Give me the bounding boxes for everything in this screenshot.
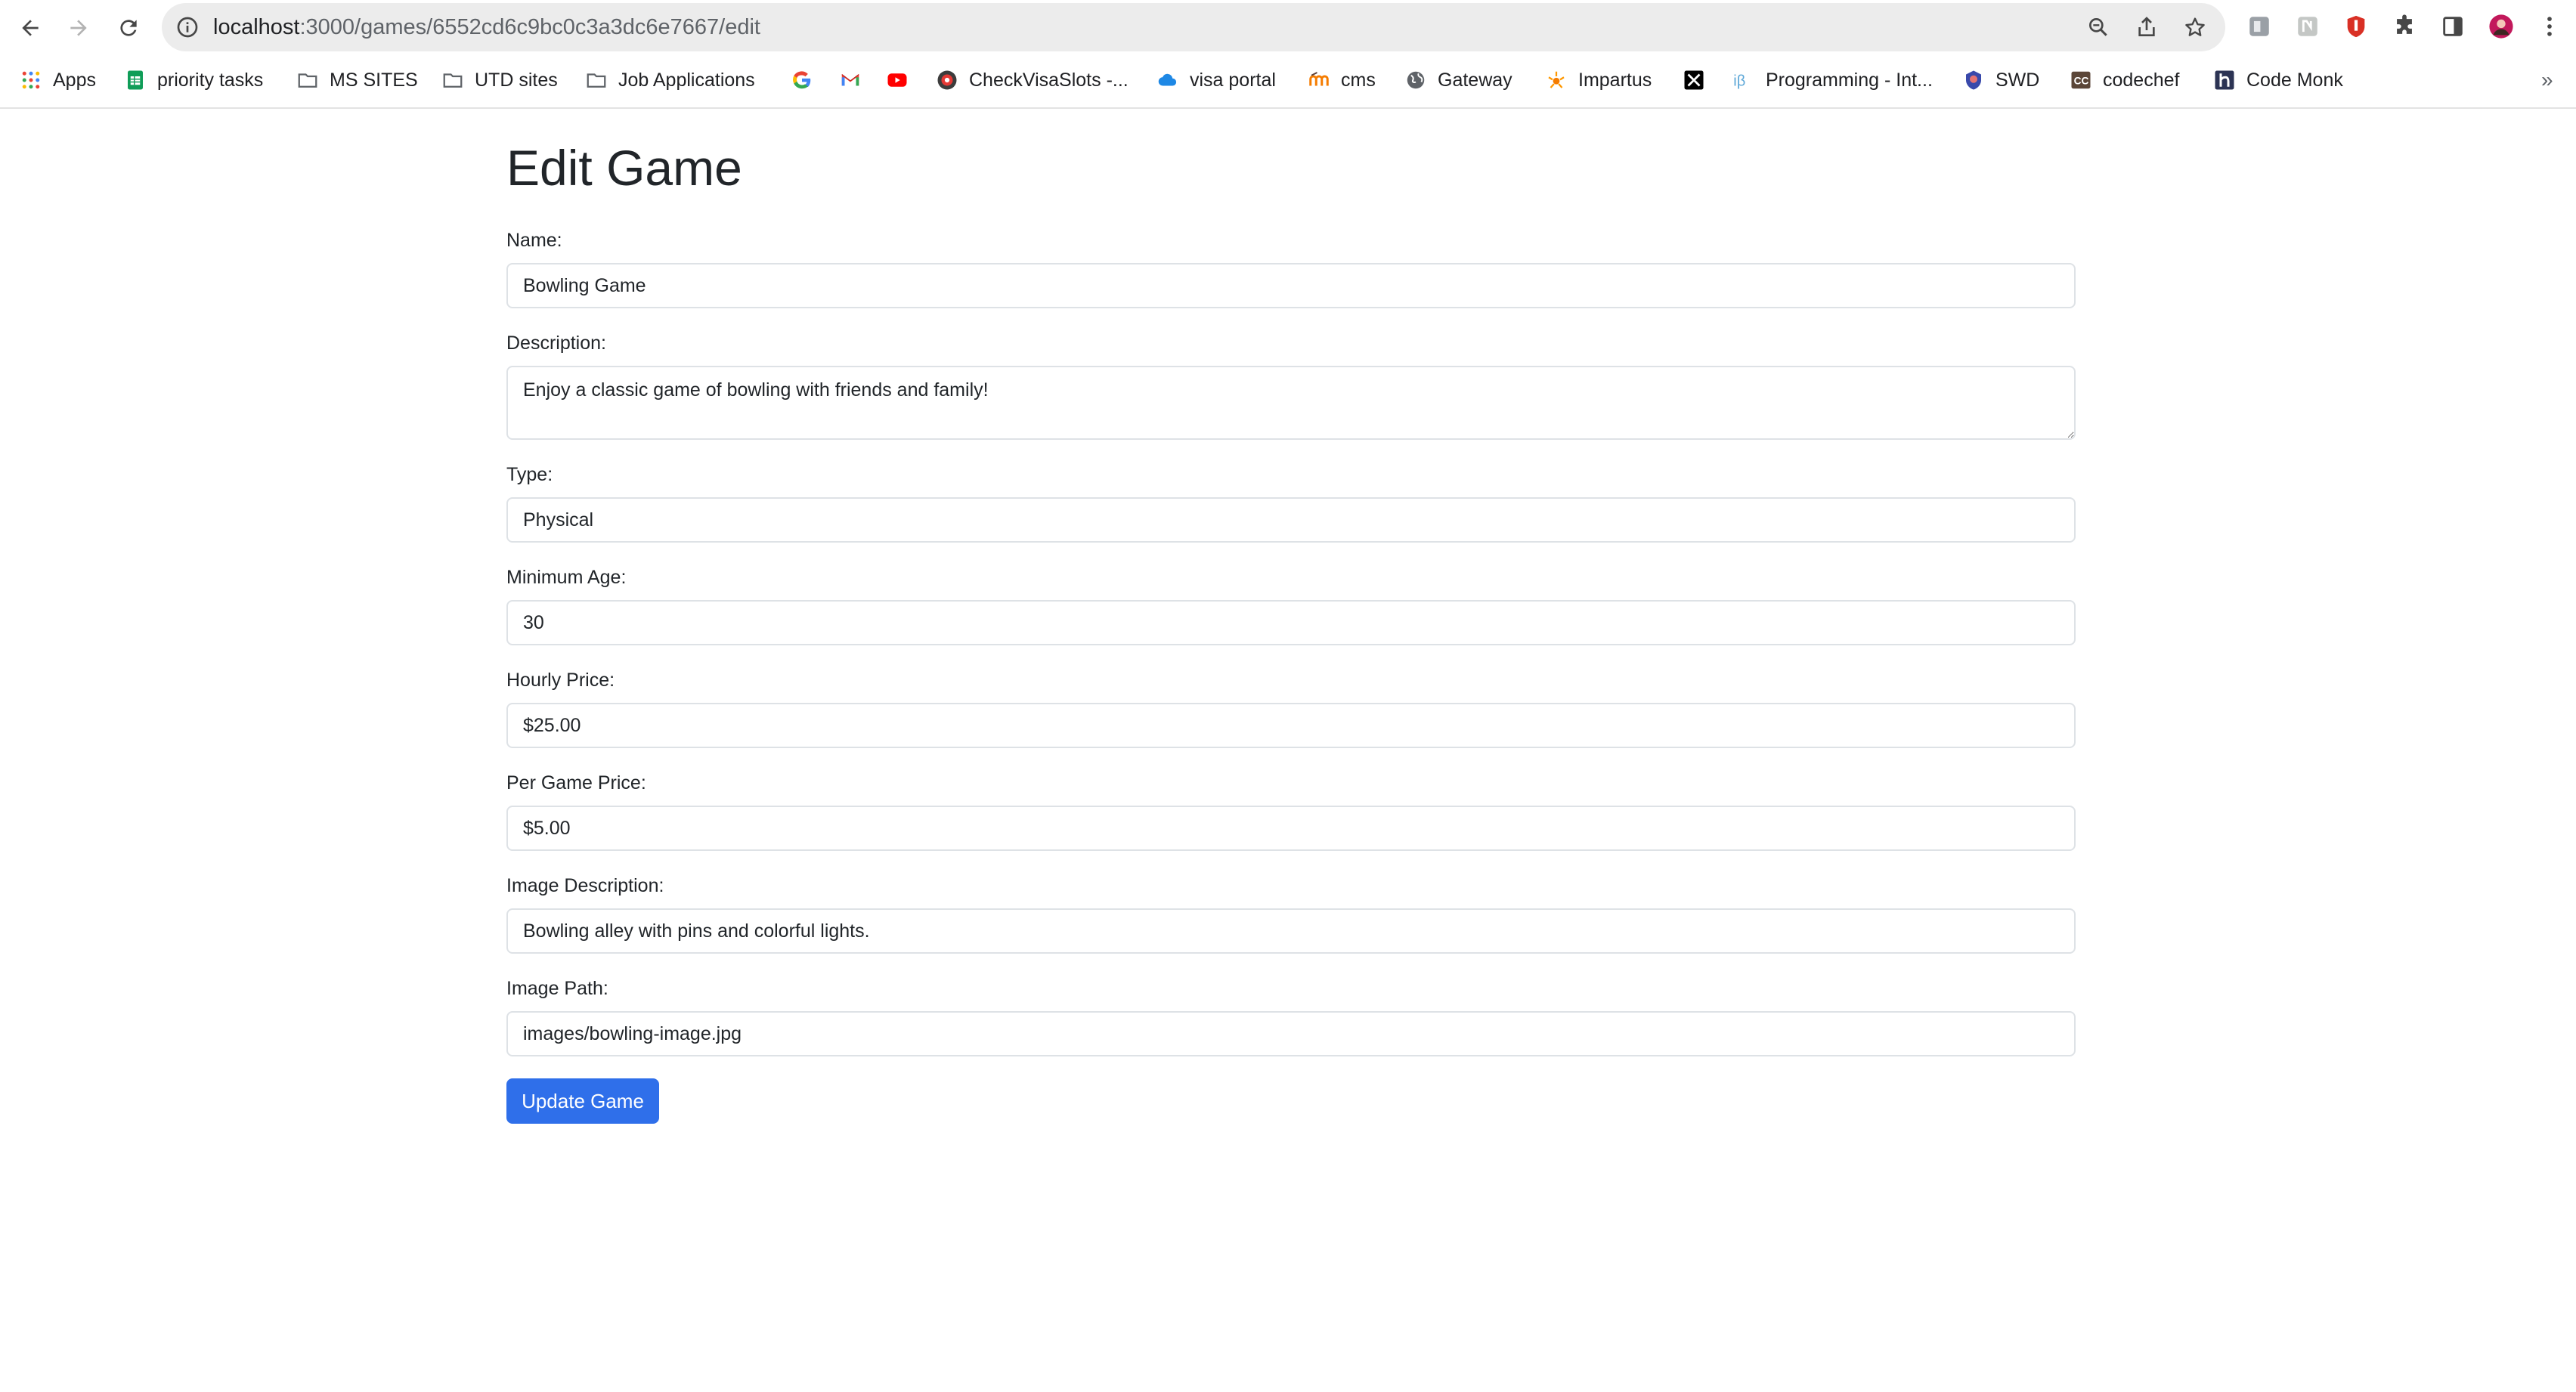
- forward-icon[interactable]: [60, 10, 97, 46]
- bookmark-utd-sites[interactable]: UTD sites: [441, 67, 558, 94]
- share-icon[interactable]: [2133, 14, 2160, 41]
- folder-icon: [585, 69, 608, 91]
- bookmark-swd[interactable]: SWD: [1962, 67, 2039, 94]
- minimum-age-input[interactable]: [506, 600, 2076, 645]
- browser-toolbar: localhost:3000/games/6552cd6c9bc0c3a3dc6…: [0, 0, 2576, 56]
- bookmark-code-monk[interactable]: Code Monk: [2213, 67, 2343, 94]
- per-game-price-input[interactable]: [506, 806, 2076, 851]
- bookmark-google[interactable]: [791, 67, 813, 94]
- bookmark-label: Job Applications: [618, 69, 755, 91]
- interviewbit-icon: iβ: [1732, 69, 1755, 91]
- checkvisaslots-icon: [936, 69, 958, 91]
- bookmark-programming[interactable]: iβ Programming - Int...: [1732, 67, 1933, 94]
- extension-icon[interactable]: [2293, 12, 2322, 41]
- bookmark-apps[interactable]: Apps: [20, 67, 96, 94]
- apps-grid-icon: [20, 69, 42, 91]
- description-textarea[interactable]: Enjoy a classic game of bowling with fri…: [506, 366, 2076, 440]
- bookmark-label: CheckVisaSlots -...: [969, 69, 1129, 91]
- bookmark-codechef[interactable]: CC codechef: [2070, 67, 2179, 94]
- bookmark-label: codechef: [2103, 69, 2180, 91]
- type-input[interactable]: [506, 497, 2076, 543]
- svg-text:CC: CC: [2074, 76, 2089, 87]
- bookmark-label: cms: [1341, 69, 1376, 91]
- profile-avatar-icon[interactable]: [2487, 12, 2516, 41]
- browser-chrome: localhost:3000/games/6552cd6c9bc0c3a3dc6…: [0, 0, 2576, 109]
- impartus-icon: [1545, 69, 1568, 91]
- google-icon: [791, 69, 813, 91]
- bookmark-label: Impartus: [1578, 69, 1652, 91]
- kebab-menu-icon[interactable]: [2535, 12, 2564, 41]
- type-label: Type:: [506, 464, 553, 485]
- per-game-price-label: Per Game Price:: [506, 772, 646, 793]
- shield-extension-icon[interactable]: [2342, 12, 2370, 41]
- reload-icon[interactable]: [110, 10, 147, 46]
- bookmark-impartus[interactable]: Impartus: [1545, 67, 1652, 94]
- back-icon[interactable]: [12, 10, 48, 46]
- sheets-icon: [124, 69, 147, 91]
- name-input[interactable]: [506, 263, 2076, 308]
- cloud-icon: [1156, 69, 1179, 91]
- bookmark-job-applications[interactable]: Job Applications: [585, 67, 755, 94]
- update-game-button[interactable]: Update Game: [506, 1078, 659, 1124]
- bookmark-youtube[interactable]: [886, 67, 909, 94]
- description-label: Description:: [506, 333, 606, 354]
- bookmarks-overflow-button[interactable]: »: [2541, 67, 2553, 94]
- url-text[interactable]: localhost:3000/games/6552cd6c9bc0c3a3dc6…: [213, 14, 760, 40]
- moodle-icon: [1308, 69, 1330, 91]
- hourly-price-input[interactable]: [506, 703, 2076, 748]
- bookmark-cms[interactable]: cms: [1308, 67, 1376, 94]
- bookmark-gateway[interactable]: Gateway: [1404, 67, 1512, 94]
- side-panel-icon[interactable]: [2438, 12, 2467, 41]
- puzzle-icon[interactable]: [2390, 12, 2419, 41]
- zoom-icon[interactable]: [2085, 14, 2112, 41]
- bookmark-label: priority tasks: [157, 69, 264, 91]
- bookmark-priority-tasks[interactable]: priority tasks: [124, 67, 263, 94]
- bookmark-label: Apps: [53, 69, 96, 91]
- x-icon: [1683, 69, 1705, 91]
- bookmark-gmail[interactable]: [839, 67, 862, 94]
- page-title: Edit Game: [506, 140, 742, 196]
- hourly-price-label: Hourly Price:: [506, 670, 615, 691]
- codechef-icon: CC: [2070, 69, 2092, 91]
- bookmark-checkvisaslots[interactable]: CheckVisaSlots -...: [936, 67, 1129, 94]
- swd-icon: [1962, 69, 1985, 91]
- extension-icon[interactable]: [2245, 12, 2274, 41]
- globe-icon: [1404, 69, 1427, 91]
- overflow-chevron-icon: »: [2541, 68, 2553, 91]
- hackerearth-icon: [2213, 69, 2236, 91]
- image-path-label: Image Path:: [506, 978, 608, 999]
- bookmark-ms-sites[interactable]: MS SITES: [296, 67, 418, 94]
- bookmark-label: UTD sites: [475, 69, 558, 91]
- bookmark-star-icon[interactable]: [2181, 14, 2209, 41]
- minimum-age-label: Minimum Age:: [506, 567, 627, 588]
- bookmark-x[interactable]: [1683, 67, 1705, 94]
- bookmark-label: visa portal: [1190, 69, 1276, 91]
- youtube-icon: [886, 69, 909, 91]
- bookmark-label: Programming - Int...: [1766, 69, 1933, 91]
- bookmark-visa-portal[interactable]: visa portal: [1156, 67, 1276, 94]
- svg-text:iβ: iβ: [1733, 73, 1745, 90]
- name-label: Name:: [506, 230, 562, 251]
- image-description-label: Image Description:: [506, 875, 664, 896]
- image-path-input[interactable]: [506, 1011, 2076, 1056]
- bookmark-label: Code Monk: [2246, 69, 2343, 91]
- address-bar[interactable]: localhost:3000/games/6552cd6c9bc0c3a3dc6…: [162, 3, 2225, 51]
- bookmark-label: MS SITES: [330, 69, 418, 91]
- folder-icon: [441, 69, 464, 91]
- info-icon[interactable]: [175, 15, 200, 39]
- image-description-input[interactable]: [506, 908, 2076, 954]
- bookmark-label: SWD: [1995, 69, 2040, 91]
- folder-icon: [296, 69, 319, 91]
- bookmark-label: Gateway: [1438, 69, 1512, 91]
- gmail-icon: [839, 69, 862, 91]
- bookmarks-bar: Apps priority tasks MS SITES UTD sites J…: [0, 60, 2576, 98]
